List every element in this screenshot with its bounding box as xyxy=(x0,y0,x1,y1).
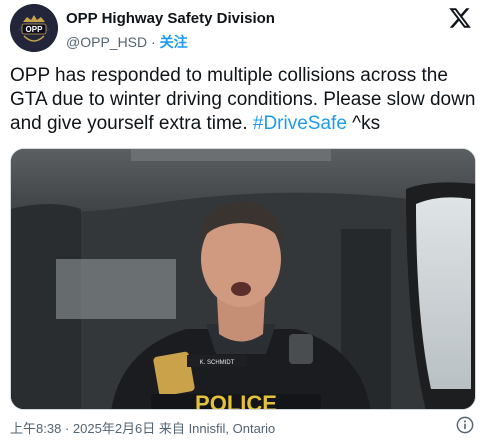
tweet-time[interactable]: 上午8:38 xyxy=(10,421,61,436)
x-logo-icon[interactable] xyxy=(448,6,472,30)
follow-button[interactable]: 关注 xyxy=(160,34,188,50)
account-name[interactable]: OPP Highway Safety Division xyxy=(66,10,275,27)
hashtag-link[interactable]: #DriveSafe xyxy=(253,113,347,134)
tweet-header: OPP OPP Highway Safety Division @OPP_HSD… xyxy=(10,4,478,52)
tweet-date[interactable]: 2025年2月6日 xyxy=(73,421,155,436)
account-handle-line: @OPP_HSD · 关注 xyxy=(66,32,188,52)
tweet-body: OPP has responded to multiple collisions… xyxy=(10,65,476,134)
handle-separator: · xyxy=(151,34,156,50)
account-avatar[interactable]: OPP xyxy=(10,4,58,52)
meta-separator: · xyxy=(64,421,70,436)
tweet-meta: 上午8:38 · 2025年2月6日 来自 Innisfil, Ontario xyxy=(10,418,275,437)
tweet-location[interactable]: Innisfil, Ontario xyxy=(189,421,276,436)
video-media[interactable]: K. SCHMIDT POLICE xyxy=(10,148,476,410)
vest-text: POLICE xyxy=(195,391,277,410)
name-tag-text: K. SCHMIDT xyxy=(200,360,235,366)
tweet-signature: ^ks xyxy=(346,113,381,134)
account-handle[interactable]: @OPP_HSD xyxy=(66,34,147,50)
opp-badge-logo: OPP xyxy=(10,4,58,52)
source-prefix: 来自 xyxy=(158,421,185,436)
tweet-text: OPP has responded to multiple collisions… xyxy=(10,64,476,136)
video-frame: K. SCHMIDT POLICE xyxy=(11,149,475,410)
info-icon[interactable] xyxy=(456,416,474,434)
avatar-text: OPP xyxy=(26,25,44,34)
